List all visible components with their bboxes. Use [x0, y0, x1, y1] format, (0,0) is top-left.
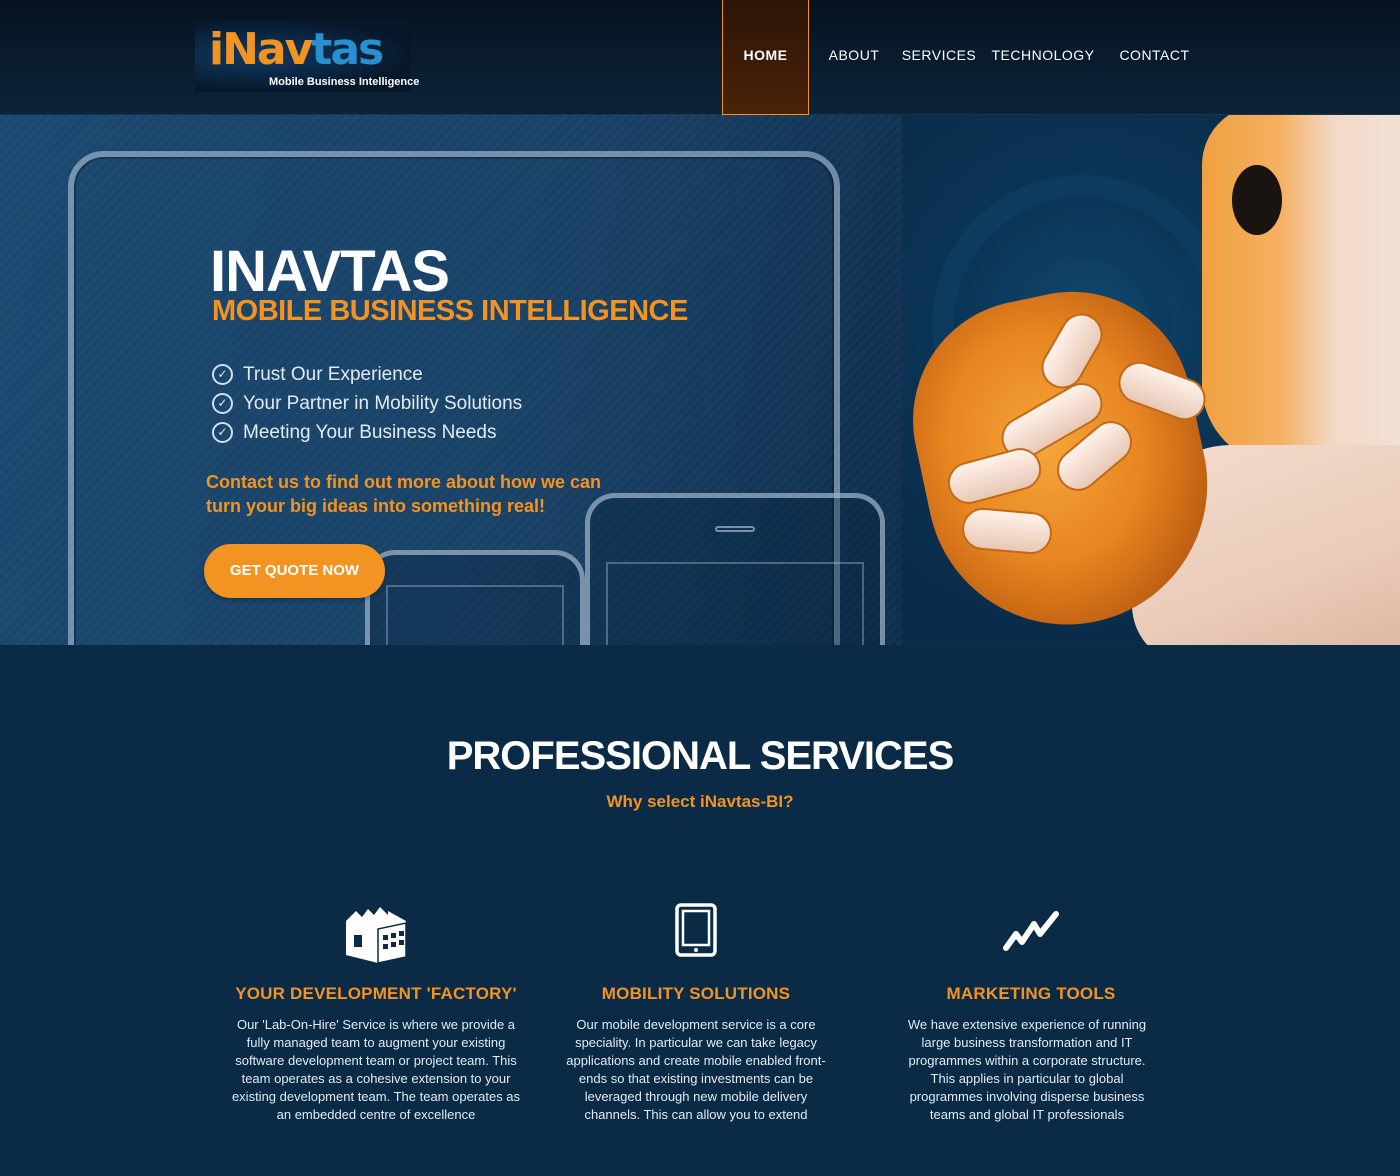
tablet-icon [536, 890, 856, 970]
factory-icon [216, 890, 536, 970]
list-item: ✓ Trust Our Experience [212, 360, 522, 389]
nav-about[interactable]: ABOUT [820, 0, 888, 115]
service-description: Our 'Lab-On-Hire' Service is where we pr… [231, 1017, 521, 1122]
services-title: PROFESSIONAL SERVICES [446, 734, 955, 778]
nav-contact[interactable]: CONTACT [1112, 0, 1197, 115]
feature-list: ✓ Trust Our Experience ✓ Your Partner in… [212, 360, 522, 447]
trend-chart-icon [871, 890, 1191, 970]
service-card-mobility: MOBILITY SOLUTIONS Our mobile developmen… [536, 890, 856, 1124]
check-icon: ✓ [212, 393, 233, 414]
service-card-marketing: MARKETING TOOLS We have extensive experi… [871, 890, 1191, 1124]
hero-banner: INAVTAS MOBILE BUSINESS INTELLIGENCE ✓ T… [0, 115, 1400, 645]
service-card-factory: YOUR DEVELOPMENT 'FACTORY' Our 'Lab-On-H… [216, 890, 536, 1124]
list-item: ✓ Meeting Your Business Needs [212, 418, 522, 447]
service-title: YOUR DEVELOPMENT 'FACTORY' [235, 984, 517, 1003]
check-icon: ✓ [212, 364, 233, 385]
phone-illustration-small [365, 550, 585, 645]
nav-home[interactable]: HOME [722, 0, 809, 115]
hero-cta-text: Contact us to find out more about how we… [206, 472, 601, 516]
service-description: Our mobile development service is a core… [566, 1017, 826, 1122]
get-quote-button[interactable]: GET QUOTE NOW [204, 544, 385, 598]
phone-illustration [585, 493, 885, 645]
hero-subtitle: MOBILE BUSINESS INTELLIGENCE [212, 295, 688, 327]
nav-services[interactable]: SERVICES [898, 0, 980, 115]
service-description: We have extensive experience of running … [907, 1017, 1147, 1122]
site-header: iNavtas Mobile Business Intelligence HOM… [0, 0, 1400, 115]
service-title: MARKETING TOOLS [946, 984, 1116, 1003]
services-subtitle: Why select iNavtas-BI? [606, 792, 794, 811]
service-title: MOBILITY SOLUTIONS [601, 984, 791, 1003]
check-icon: ✓ [212, 422, 233, 443]
nav-technology[interactable]: TECHNOLOGY [988, 0, 1098, 115]
list-item: ✓ Your Partner in Mobility Solutions [212, 389, 522, 418]
main-nav: HOME ABOUT SERVICES TECHNOLOGY CONTACT [0, 0, 1400, 115]
robot-illustration [890, 115, 1400, 645]
